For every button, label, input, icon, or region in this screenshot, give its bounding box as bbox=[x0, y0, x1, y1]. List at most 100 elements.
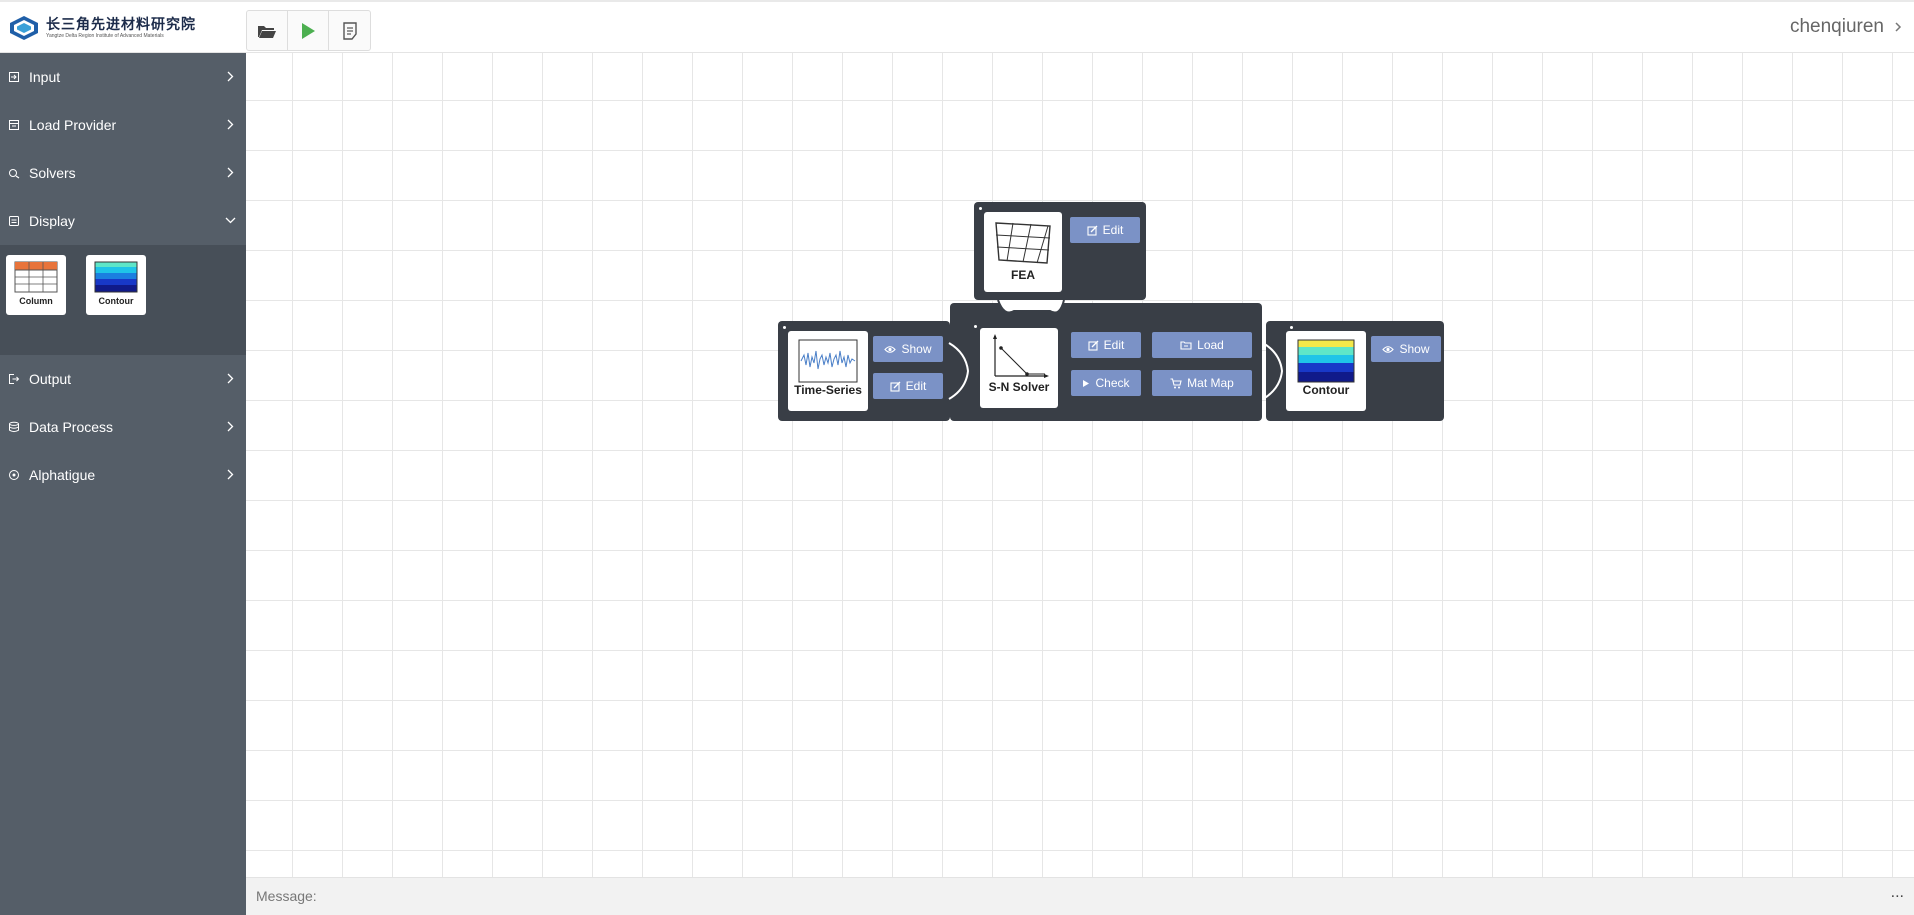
node-port-dot bbox=[979, 207, 982, 210]
logo-chinese-text: 长三角先进材料研究院 bbox=[46, 16, 196, 33]
node-label: Contour bbox=[1302, 383, 1350, 397]
contour-gradient-icon bbox=[94, 261, 138, 293]
sidebar-item-label: Display bbox=[29, 213, 75, 229]
sn-solver-node[interactable]: S-N Solver Edit Load Check Mat Map bbox=[950, 303, 1262, 421]
load-provider-icon bbox=[9, 120, 19, 130]
play-small-icon bbox=[1083, 379, 1090, 387]
alphatigue-icon bbox=[9, 470, 19, 480]
chevron-right-icon bbox=[227, 421, 234, 432]
node-port-dot bbox=[1290, 326, 1293, 329]
node-connectors bbox=[948, 299, 1284, 400]
sn-solver-node-card[interactable]: S-N Solver bbox=[980, 328, 1058, 408]
fea-edit-button[interactable]: Edit bbox=[1070, 217, 1140, 243]
sn-matmap-button[interactable]: Mat Map bbox=[1152, 370, 1252, 396]
timeseries-node-card[interactable]: Time-Series bbox=[788, 331, 868, 411]
solvers-icon bbox=[9, 169, 20, 179]
button-label: Show bbox=[1399, 342, 1430, 356]
message-label: Message: bbox=[256, 888, 317, 904]
mesh-grid-icon bbox=[995, 222, 1051, 264]
sidebar-item-label: Output bbox=[29, 371, 72, 387]
column-table-icon bbox=[14, 261, 58, 293]
cart-icon bbox=[1170, 377, 1182, 388]
sidebar-item-label: Solvers bbox=[29, 165, 76, 181]
button-label: Load bbox=[1197, 338, 1224, 352]
chevron-down-icon bbox=[225, 217, 236, 224]
load-folder-icon bbox=[1180, 341, 1192, 350]
sidebar-item-label: Input bbox=[29, 69, 61, 85]
node-port-dot bbox=[783, 326, 786, 329]
chevron-right-icon bbox=[227, 71, 234, 82]
palette-label: Column bbox=[19, 296, 53, 306]
palette-label: Contour bbox=[98, 296, 134, 306]
output-icon bbox=[9, 374, 20, 384]
sidebar-item-load-provider[interactable]: Load Provider bbox=[0, 101, 246, 149]
sidebar-item-solvers[interactable]: Solvers bbox=[0, 149, 246, 197]
sidebar-item-label: Data Process bbox=[29, 419, 114, 435]
folder-open-icon bbox=[258, 25, 276, 38]
palette-item-contour[interactable]: Contour bbox=[86, 255, 146, 315]
logo: 长三角先进材料研究院 Yangtze Delta Region Institut… bbox=[8, 14, 196, 42]
contour-node[interactable]: Contour Show bbox=[1266, 321, 1444, 421]
edit-icon bbox=[890, 381, 901, 392]
open-folder-button[interactable] bbox=[247, 11, 288, 50]
sidebar-item-input[interactable]: Input bbox=[0, 53, 246, 101]
database-icon bbox=[9, 421, 19, 433]
input-icon bbox=[9, 72, 19, 82]
eye-icon bbox=[1382, 345, 1395, 353]
button-label: Edit bbox=[1103, 338, 1125, 352]
chevron-down-icon[interactable] bbox=[1895, 22, 1902, 32]
sn-load-button[interactable]: Load bbox=[1152, 332, 1252, 358]
app-root: 长三角先进材料研究院 Yangtze Delta Region Institut… bbox=[0, 0, 1914, 915]
timeseries-node[interactable]: Time-Series Show Edit bbox=[778, 321, 950, 421]
button-label: Check bbox=[1095, 376, 1130, 390]
display-icon bbox=[9, 216, 19, 226]
sidebar-item-display[interactable]: Display bbox=[0, 197, 246, 245]
waveform-chart-icon bbox=[798, 339, 858, 383]
message-bar: Message: ... bbox=[246, 877, 1914, 915]
button-label: Mat Map bbox=[1187, 376, 1234, 390]
run-button[interactable] bbox=[288, 11, 329, 50]
username[interactable]: chenqiuren bbox=[1790, 16, 1884, 38]
edit-icon bbox=[1088, 340, 1099, 351]
sidebar: Input Load Provider Solvers Display Colu… bbox=[0, 53, 246, 915]
chevron-right-icon bbox=[227, 167, 234, 178]
sn-edit-button[interactable]: Edit bbox=[1071, 332, 1141, 358]
more-options-icon[interactable]: ... bbox=[1891, 884, 1904, 902]
document-icon bbox=[342, 21, 357, 40]
logo-english-text: Yangtze Delta Region Institute of Advanc… bbox=[46, 32, 164, 39]
button-label: Show bbox=[901, 342, 932, 356]
top-bar: 长三角先进材料研究院 Yangtze Delta Region Institut… bbox=[0, 0, 1914, 53]
sidebar-item-data-process[interactable]: Data Process bbox=[0, 403, 246, 451]
sidebar-item-label: Load Provider bbox=[29, 117, 117, 133]
sidebar-item-output[interactable]: Output bbox=[0, 355, 246, 403]
chevron-right-icon bbox=[227, 373, 234, 384]
workflow-canvas[interactable]: FEA Edit Time-Series Show Edit S-N Solve… bbox=[246, 53, 1914, 877]
eye-icon bbox=[884, 345, 897, 353]
display-palette: Column Contour bbox=[0, 245, 246, 355]
contour-gradient-icon bbox=[1297, 339, 1355, 383]
node-label: FEA bbox=[1011, 268, 1035, 282]
fea-node-card[interactable]: FEA bbox=[984, 212, 1062, 292]
chevron-right-icon bbox=[227, 119, 234, 130]
log-button[interactable] bbox=[329, 11, 370, 50]
palette-item-column[interactable]: Column bbox=[6, 255, 66, 315]
node-label: S-N Solver bbox=[988, 380, 1050, 394]
contour-node-card[interactable]: Contour bbox=[1286, 331, 1366, 411]
toolbar bbox=[246, 10, 371, 51]
fea-node[interactable]: FEA Edit bbox=[974, 202, 1146, 300]
sn-curve-icon bbox=[993, 334, 1049, 378]
timeseries-edit-button[interactable]: Edit bbox=[873, 373, 943, 399]
sidebar-item-label: Alphatigue bbox=[29, 467, 96, 483]
edit-icon bbox=[1087, 225, 1098, 236]
play-icon bbox=[302, 22, 315, 39]
timeseries-show-button[interactable]: Show bbox=[873, 336, 943, 362]
sidebar-item-alphatigue[interactable]: Alphatigue bbox=[0, 451, 246, 499]
node-port-dot bbox=[974, 325, 977, 328]
contour-show-button[interactable]: Show bbox=[1371, 336, 1441, 362]
logo-mark-icon bbox=[10, 16, 38, 40]
node-label: Time-Series bbox=[794, 383, 862, 397]
sn-check-button[interactable]: Check bbox=[1071, 370, 1141, 396]
chevron-right-icon bbox=[227, 469, 234, 480]
button-label: Edit bbox=[1102, 223, 1124, 237]
button-label: Edit bbox=[905, 379, 927, 393]
